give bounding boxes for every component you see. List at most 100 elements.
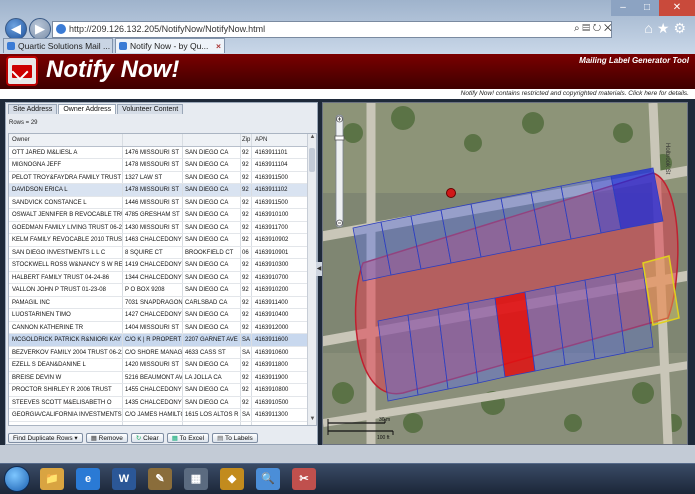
cell-owner: VALLON JOHN P TRUST 01-23-08 — [9, 284, 123, 296]
table-row[interactable]: SAN DIEGO INVESTMENTS L L C8 SQUIRE CT BR… — [9, 246, 316, 259]
table-row[interactable]: GOEDMAN FAMILY LIVING TRUST 06-23 1430 MI… — [9, 221, 316, 234]
tab-notify-now[interactable]: Notify Now - by Qu... × — [115, 38, 225, 53]
table-row[interactable]: MIGNOGNA JEFF 1478 MISSOURI ST SAN DIEGO C… — [9, 159, 316, 172]
search-icon[interactable]: ⌕ — [574, 23, 580, 34]
table-row[interactable]: OTT JARED M&LIESL A 1476 MISSOURI ST SAN D… — [9, 146, 316, 159]
tab-volunteer-content[interactable]: Volunteer Content — [117, 104, 184, 114]
button-label: To Labels — [224, 435, 253, 442]
word-icon[interactable]: W — [112, 468, 136, 490]
back-button[interactable]: ◀ — [5, 18, 27, 40]
close-window-button[interactable]: ✕ — [659, 0, 695, 16]
cell-zip: 92 — [241, 259, 252, 271]
zoom-slider[interactable] — [334, 114, 345, 228]
cell-apn: 4163911002 — [252, 422, 308, 426]
gear-icon[interactable]: ⚙ — [673, 20, 690, 36]
table-row[interactable]: PAMAGIL INC 7031 SNAPDRAGON CARLSBAD CA 92 4… — [9, 296, 316, 309]
snipping-icon[interactable]: ✂ — [292, 468, 316, 490]
table-row[interactable]: BREISE DEVIN W 5216 BEAUMONT AV LA JOLLA C… — [9, 371, 316, 384]
calculator-icon[interactable]: ▦ — [184, 468, 208, 490]
cell-zip: 92 — [241, 184, 252, 196]
table-row[interactable]: EZELL S DEAN&DANINE L 1420 MISSOURI ST SAN… — [9, 359, 316, 372]
cell-apn: 4163911102 — [255, 187, 288, 193]
table-row[interactable]: KELM FAMILY REVOCABLE 2010 TRUST 1463 CHA… — [9, 234, 316, 247]
table-row[interactable]: OSWALT JENNIFER B REVOCABLE TRU 4785 GRES… — [9, 209, 316, 222]
cell-zip: 92 — [241, 296, 252, 308]
table-row[interactable]: CANNON KATHERINE TR 1404 MISSOURI ST SAN D… — [9, 321, 316, 334]
clear-button[interactable]: ↻ Clear — [130, 433, 164, 443]
table-scrollbar[interactable]: ▲ ▼ — [307, 134, 316, 425]
labels-icon: ▤ — [217, 435, 224, 442]
address-bar[interactable]: http://209.126.132.205/NotifyNow/NotifyN… — [52, 21, 612, 38]
cell-address: 4785 GRESHAM ST — [123, 209, 183, 221]
compat-icon[interactable]: ▤ — [582, 23, 590, 34]
table-actions: Find Duplicate Rows ▾ ▦ Remove ↻ Clear ▦… — [8, 433, 258, 443]
table-row[interactable]: SANDVICK CONSTANCE L 1446 MISSOURI ST SAN … — [9, 196, 316, 209]
location-marker[interactable] — [446, 188, 456, 198]
table-row[interactable]: CLARK L A1804 GARNET AVE #SAN DIEGO CA92… — [9, 421, 316, 426]
cell-apn: 4163911500 — [255, 199, 288, 206]
star-icon[interactable]: ★ — [657, 20, 674, 36]
find-duplicate-rows-button[interactable]: Find Duplicate Rows ▾ — [8, 433, 83, 443]
map-canvas[interactable]: Holbrook St 30 m 100 ft — [323, 103, 688, 445]
table-row[interactable]: HALBERT FAMILY TRUST 04-24-86 1344 CHALCE… — [9, 271, 316, 284]
cell-zip: 92 — [241, 359, 252, 371]
tab-quartic-mail[interactable]: Quartic Solutions Mail ... — [3, 38, 113, 53]
column-header-apn[interactable]: APN — [252, 134, 308, 146]
minimize-button[interactable]: – — [611, 0, 635, 16]
maximize-button[interactable]: □ — [635, 0, 659, 16]
to-excel-button[interactable]: ▦ To Excel — [166, 433, 210, 443]
tab-owner-address[interactable]: Owner Address — [58, 104, 117, 114]
table-header: Owner Zip APN — [9, 134, 316, 147]
cell-owner: SANDVICK CONSTANCE L — [9, 196, 123, 208]
table-row[interactable]: DAVIDSON ERICA L 1478 MISSOURI ST SAN DIEG… — [9, 184, 316, 197]
table-row[interactable]: LUOSTARINEN TIMO 1427 CHALCEDONY SAN DIEGO… — [9, 309, 316, 322]
stop-icon[interactable]: ✕ — [604, 23, 612, 34]
table-row[interactable]: MCGOLDRICK PATRICK R&NIIORI KAY R C/O K |… — [9, 334, 316, 347]
cell-city: SAN DIEGO CA — [183, 321, 241, 333]
cell-address: 1430 MISSOURI ST — [123, 221, 183, 233]
column-header-owner[interactable]: Owner — [9, 134, 123, 146]
remote-icon[interactable]: ◆ — [220, 468, 244, 490]
cell-zip: 92 — [241, 396, 252, 408]
table-row[interactable]: GEORGIA/CALIFORNIA INVESTMENTS L C/O JAME… — [9, 409, 316, 422]
remove-button[interactable]: ▦ Remove — [85, 433, 128, 443]
cell-city: BROOKFIELD CT — [183, 246, 241, 258]
close-tab-icon[interactable]: × — [216, 39, 221, 53]
map-view[interactable]: Holbrook St 30 m 100 ft — [322, 102, 688, 445]
table-row[interactable]: STOCKWELL ROSS W&NANCY S W REV 1419 CHALC… — [9, 259, 316, 272]
cell-zip: SA — [241, 334, 252, 346]
column-header-city[interactable] — [183, 134, 241, 146]
table-row[interactable]: VALLON JOHN P TRUST 01-23-08 P O BOX 9208… — [9, 284, 316, 297]
to-labels-button[interactable]: ▤ To Labels — [212, 433, 258, 443]
scroll-thumb[interactable] — [309, 148, 315, 172]
cell-apn: 4163910100 — [255, 212, 289, 218]
start-button[interactable] — [4, 466, 30, 492]
table-row[interactable]: PELOT TROY&FAYDRA FAMILY TRUST 0 1327 LAW… — [9, 171, 316, 184]
cell-owner: OSWALT JENNIFER B REVOCABLE TRU — [9, 209, 123, 221]
cell-address: 8 SQUIRE CT — [123, 246, 183, 258]
refresh-icon[interactable]: ↻ — [593, 23, 601, 34]
table-body: OTT JARED M&LIESL A 1476 MISSOURI ST SAN D… — [9, 146, 316, 426]
paint-icon[interactable]: ✎ — [148, 468, 172, 490]
column-header-zip[interactable]: Zip — [241, 134, 252, 146]
toolbar-icons: ⌂★⚙ — [644, 20, 690, 37]
table-row[interactable]: BEZVERKOV FAMILY 2004 TRUST 06-22 C/O SHO… — [9, 346, 316, 359]
copyright-notice-link[interactable]: Notify Now! contains restricted and copy… — [0, 89, 695, 99]
internet-explorer-icon[interactable]: e — [76, 468, 100, 490]
scroll-down-icon[interactable]: ▼ — [308, 416, 316, 425]
cell-apn: 4163910901 — [255, 249, 289, 256]
forward-button[interactable]: ▶ — [29, 18, 51, 40]
table-row[interactable]: STEEVES SCOTT M&ELISABETH O 1435 CHALCEDO… — [9, 396, 316, 409]
cell-owner: SAN DIEGO INVESTMENTS L L C — [9, 246, 123, 258]
column-header-address[interactable] — [123, 134, 183, 146]
remove-icon: ▦ — [90, 435, 97, 442]
file-explorer-icon[interactable]: 📁 — [40, 468, 64, 490]
home-icon[interactable]: ⌂ — [644, 20, 656, 36]
cell-apn: 4163910500 — [255, 399, 289, 406]
cell-city: CARLSBAD CA — [183, 296, 241, 308]
tab-site-address[interactable]: Site Address — [8, 104, 58, 114]
cell-address: 1420 MISSOURI ST — [123, 359, 183, 371]
magnifier-icon[interactable]: 🔍 — [256, 468, 280, 490]
table-row[interactable]: PROCTOR SHIRLEY R 2006 TRUST 1455 CHALCED… — [9, 384, 316, 397]
scroll-up-icon[interactable]: ▲ — [308, 134, 316, 143]
